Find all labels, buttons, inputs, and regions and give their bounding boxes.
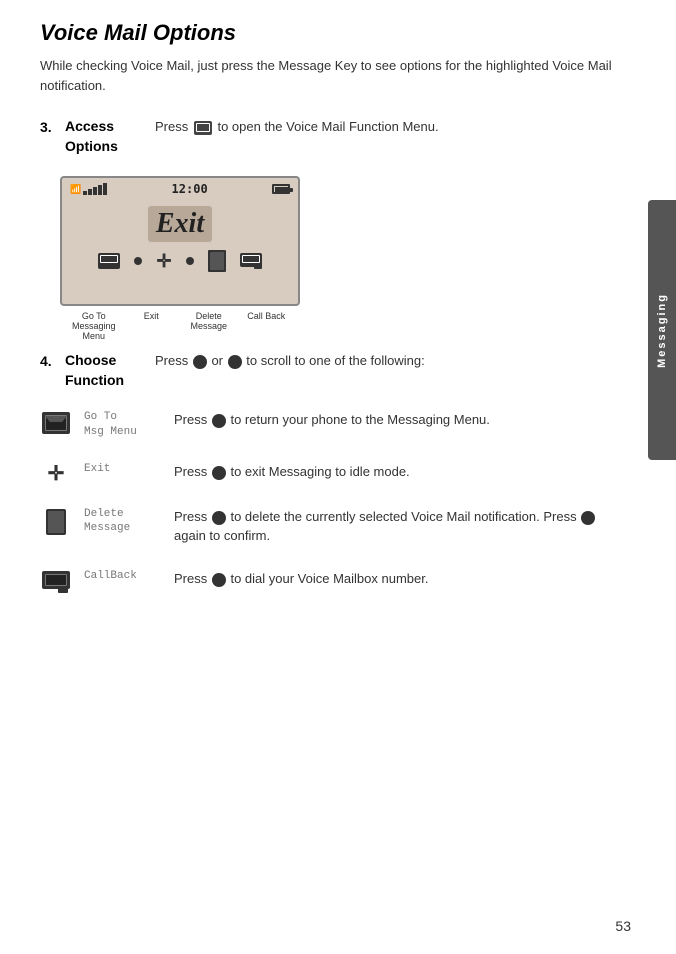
- scroll-btn-goto: [212, 414, 226, 428]
- page: Messaging 53 Voice Mail Options While ch…: [0, 0, 676, 954]
- func-item-exit: ✛ Exit Press to exit Messaging to idle m…: [40, 462, 621, 489]
- page-number: 53: [615, 918, 631, 934]
- screen-highlight: Exit: [148, 206, 212, 242]
- func-desc-callback: Press to dial your Voice Mailbox number.: [174, 569, 621, 589]
- func-name-callback: CallBack: [84, 569, 164, 583]
- step-4-number: 4.: [40, 353, 60, 369]
- scroll-down-icon: [228, 355, 242, 369]
- func-name-exit: Exit: [84, 462, 164, 476]
- screen-labels: Go ToMessagingMenu Exit DeleteMessage Ca…: [60, 311, 300, 341]
- func-icon-plus: ✛: [40, 464, 72, 484]
- scroll-btn-callback: [212, 573, 226, 587]
- func-item-goto: Go ToMsg Menu Press to return your phone…: [40, 410, 621, 444]
- intro-text: While checking Voice Mail, just press th…: [40, 56, 621, 95]
- screen-time: 12:00: [172, 182, 208, 196]
- func-item-callback: CallBack Press to dial your Voice Mailbo…: [40, 569, 621, 598]
- side-tab-label: Messaging: [656, 293, 668, 368]
- screen-main: Exit: [62, 198, 298, 246]
- screen-icon-plus: ✛: [156, 252, 171, 270]
- screen-label-callback: Call Back: [238, 311, 296, 341]
- func-desc-goto: Press to return your phone to the Messag…: [174, 410, 621, 430]
- scroll-btn-delete-1: [212, 511, 226, 525]
- func-icon-envelope: [40, 412, 72, 434]
- battery-icon: [272, 184, 290, 194]
- screen-label-exit: Exit: [123, 311, 181, 341]
- function-list: Go ToMsg Menu Press to return your phone…: [40, 410, 621, 598]
- main-content: Voice Mail Options While checking Voice …: [40, 20, 621, 616]
- func-name-delete: DeleteMessage: [84, 507, 164, 536]
- screen-icon-delete: [208, 250, 226, 272]
- func-name-goto: Go ToMsg Menu: [84, 410, 164, 439]
- nav-dot-1: [134, 257, 142, 265]
- func-item-delete: DeleteMessage Press to delete the curren…: [40, 507, 621, 551]
- step-3-label: AccessOptions: [65, 117, 155, 156]
- screen-status-bar: 📶 12:00: [62, 178, 298, 198]
- screen-exit-text: Exit: [156, 208, 204, 239]
- phone-screen-container: 📶 12:00: [60, 176, 300, 341]
- func-icon-delete: [40, 509, 72, 535]
- side-tab: Messaging: [648, 200, 676, 460]
- scroll-btn-delete-2: [581, 511, 595, 525]
- step-4-label: ChooseFunction: [65, 351, 155, 390]
- func-desc-exit: Press to exit Messaging to idle mode.: [174, 462, 621, 482]
- screen-icon-callback: [240, 253, 262, 269]
- nav-dot-2: [186, 257, 194, 265]
- step-4-desc: Press or to scroll to one of the followi…: [155, 351, 621, 371]
- signal-bars: [83, 183, 107, 195]
- step-4: 4. ChooseFunction Press or to scroll to …: [40, 351, 621, 390]
- step-3-desc: Press to open the Voice Mail Function Me…: [155, 117, 621, 137]
- scroll-up-icon: [193, 355, 207, 369]
- screen-label-goto: Go ToMessagingMenu: [65, 311, 123, 341]
- screen-icon-goto: [98, 253, 120, 269]
- screen-label-delete: DeleteMessage: [180, 311, 238, 341]
- page-title: Voice Mail Options: [40, 20, 621, 46]
- phone-screen: 📶 12:00: [60, 176, 300, 306]
- screen-icons-row: ✛: [62, 250, 298, 272]
- func-desc-delete: Press to delete the currently selected V…: [174, 507, 621, 546]
- step-3: 3. AccessOptions Press to open the Voice…: [40, 117, 621, 156]
- scroll-btn-exit: [212, 466, 226, 480]
- func-icon-callback: [40, 571, 72, 593]
- step-3-number: 3.: [40, 119, 60, 135]
